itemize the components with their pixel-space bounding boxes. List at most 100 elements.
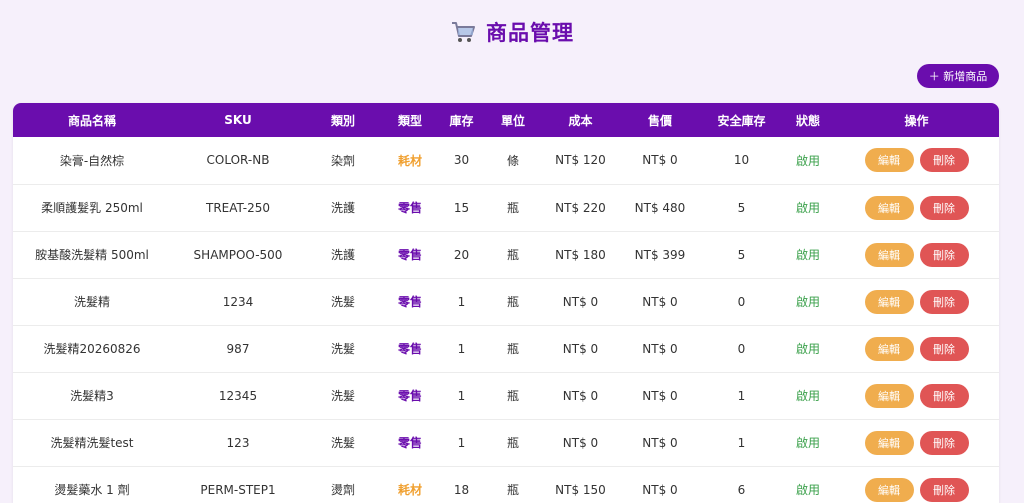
price-cell: NT$ 0: [642, 341, 678, 356]
type-label-cell: 零售: [397, 201, 422, 215]
product-name-cell: 柔順護髮乳 250ml: [41, 201, 143, 215]
column-header: 庫存: [449, 113, 474, 128]
sku-cell: TREAT-250: [206, 200, 270, 215]
sku-cell: SHAMPOO-500: [193, 247, 283, 262]
delete-button[interactable]: 刪除: [919, 383, 969, 408]
status-label-cell: 啟用: [795, 342, 820, 356]
actions-cell: 編輯 刪除: [834, 419, 999, 466]
delete-button[interactable]: 刪除: [919, 289, 969, 314]
actions-cell: 編輯 刪除: [834, 325, 999, 372]
unit-cell: 瓶: [506, 436, 519, 450]
delete-button[interactable]: 刪除: [919, 242, 969, 267]
sku-cell: 12345: [218, 388, 258, 403]
safety-stock-cell: 0: [737, 341, 746, 356]
edit-button[interactable]: 編輯: [864, 242, 914, 267]
column-header: 狀態: [795, 113, 820, 128]
column-header: SKU: [224, 113, 252, 127]
delete-button[interactable]: 刪除: [919, 477, 969, 502]
column-header: 類型: [397, 113, 422, 128]
column-header: 安全庫存: [717, 113, 766, 128]
status-label-cell: 啟用: [795, 248, 820, 262]
category-cell: 洗髮: [330, 295, 355, 309]
row-actions: 編輯 刪除: [834, 148, 999, 173]
sku-cell: 987: [226, 341, 250, 356]
delete-button[interactable]: 刪除: [919, 148, 969, 173]
status-label-cell: 啟用: [795, 153, 820, 168]
product-name-cell: 染膏-自然棕: [59, 153, 125, 168]
edit-button[interactable]: 編輯: [864, 383, 914, 408]
cost-cell: NT$ 0: [562, 294, 599, 309]
stock-cell: 1: [457, 294, 466, 309]
safety-stock-cell: 0: [737, 294, 746, 309]
stock-cell: 20: [453, 247, 470, 262]
row-actions: 編輯 刪除: [834, 242, 999, 267]
type-label-cell: 零售: [397, 248, 422, 262]
sku-cell: COLOR-NB: [206, 153, 270, 168]
safety-stock-cell: 1: [737, 388, 746, 403]
product-table-card: 商品名稱 SKU 類別 類型 庫存 單位 成本 售價 安全庫存 狀態 操作 染膏-自然棕 COLOR-…: [13, 103, 999, 503]
table-row: 洗髮精3 12345 洗髮 零售 1 瓶 NT$ 0 NT$ 0 1 啟用 編輯 刪除: [13, 372, 999, 419]
edit-button[interactable]: 編輯: [864, 289, 914, 314]
price-cell: NT$ 399: [634, 247, 686, 262]
actions-cell: 編輯 刪除: [834, 372, 999, 419]
column-header: 成本: [568, 113, 593, 128]
price-cell: NT$ 0: [642, 482, 678, 497]
page-header: 商品管理: [0, 0, 1024, 60]
delete-button[interactable]: 刪除: [919, 336, 969, 361]
stock-cell: 1: [457, 341, 466, 356]
price-cell: NT$ 480: [634, 200, 686, 215]
safety-stock-cell: 6: [737, 482, 746, 497]
status-label-cell: 啟用: [795, 483, 820, 497]
product-name-cell: 燙髮藥水 1 劑: [54, 483, 130, 497]
cost-cell: NT$ 0: [562, 435, 599, 450]
edit-button[interactable]: 編輯: [864, 148, 914, 173]
table-row: 燙髮藥水 1 劑 PERM-STEP1 燙劑 耗材 18 瓶 NT$ 150 NT$ 0 6 啟用…: [13, 466, 999, 503]
price-cell: NT$ 0: [642, 388, 678, 403]
edit-button[interactable]: 編輯: [864, 336, 914, 361]
actions-cell: 編輯 刪除: [834, 184, 999, 231]
cost-cell: NT$ 220: [555, 200, 606, 215]
stock-cell: 30: [453, 153, 470, 168]
edit-button[interactable]: 編輯: [864, 195, 914, 220]
cost-cell: NT$ 180: [555, 247, 606, 262]
unit-cell: 瓶: [506, 295, 519, 309]
table-row: 染膏-自然棕 COLOR-NB 染劑 耗材 30 條 NT$ 120 NT$ 0 10 啟用 編輯刪…: [13, 137, 999, 184]
product-name-cell: 洗髮精洗髮test: [50, 436, 134, 450]
row-actions: 編輯 刪除: [834, 195, 999, 220]
column-header: 商品名稱: [67, 113, 116, 128]
unit-cell: 瓶: [506, 248, 519, 262]
actions-cell: 編輯 刪除: [834, 278, 999, 325]
unit-cell: 瓶: [506, 342, 519, 356]
category-cell: 洗護: [330, 201, 355, 215]
safety-stock-cell: 1: [737, 435, 746, 450]
table-header-row: 商品名稱 SKU 類別 類型 庫存 單位 成本 售價 安全庫存 狀態 操作: [13, 103, 999, 137]
category-cell: 燙劑: [330, 483, 355, 497]
unit-cell: 瓶: [506, 201, 519, 215]
category-cell: 洗髮: [330, 436, 355, 450]
category-cell: 洗髮: [330, 342, 355, 356]
add-product-button[interactable]: ＋ 新增商品: [917, 64, 999, 88]
category-cell: 染劑: [330, 153, 355, 168]
safety-stock-cell: 5: [737, 200, 746, 215]
page-title: 商品管理: [486, 21, 574, 45]
price-cell: NT$ 0: [642, 435, 678, 450]
price-cell: NT$ 0: [642, 294, 678, 309]
delete-button[interactable]: 刪除: [919, 195, 969, 220]
edit-button[interactable]: 編輯: [864, 430, 914, 455]
product-name-cell: 洗髮精: [73, 295, 110, 309]
product-table: 商品名稱 SKU 類別 類型 庫存 單位 成本 售價 安全庫存 狀態 操作 染膏-自然棕 COLOR-…: [13, 103, 999, 503]
delete-button[interactable]: 刪除: [919, 430, 969, 455]
table-row: 洗髮精 1234 洗髮 零售 1 瓶 NT$ 0 NT$ 0 0 啟用 編輯 刪除: [13, 278, 999, 325]
stock-cell: 18: [453, 482, 470, 497]
column-header: 操作: [904, 113, 929, 128]
actions-cell: 編輯 刪除: [834, 466, 999, 503]
category-cell: 洗護: [330, 248, 355, 262]
type-label-cell: 零售: [397, 436, 422, 450]
status-label-cell: 啟用: [795, 201, 820, 215]
row-actions: 編輯 刪除: [834, 289, 999, 314]
type-label-cell: 零售: [397, 295, 422, 309]
column-header: 單位: [500, 113, 525, 128]
price-cell: NT$ 0: [642, 153, 678, 168]
safety-stock-cell: 5: [737, 247, 746, 262]
edit-button[interactable]: 編輯: [864, 477, 914, 502]
